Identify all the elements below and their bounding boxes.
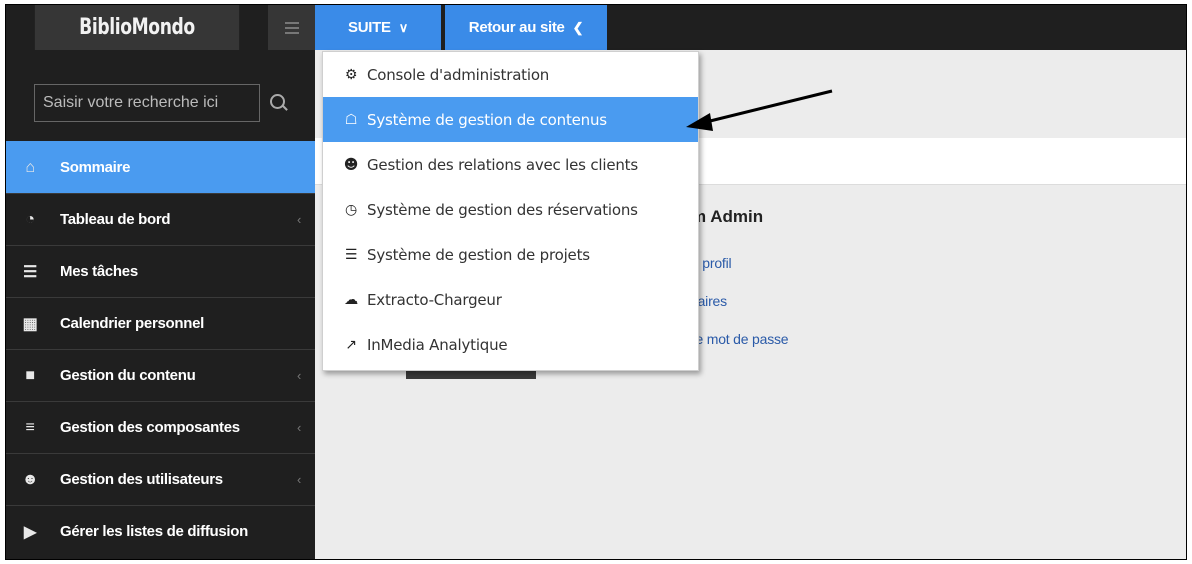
app-window: BiblioMondo ⌂Sommaire◔Tableau de bord‹☰M…: [5, 4, 1187, 560]
annotation-arrow: [686, 89, 833, 131]
